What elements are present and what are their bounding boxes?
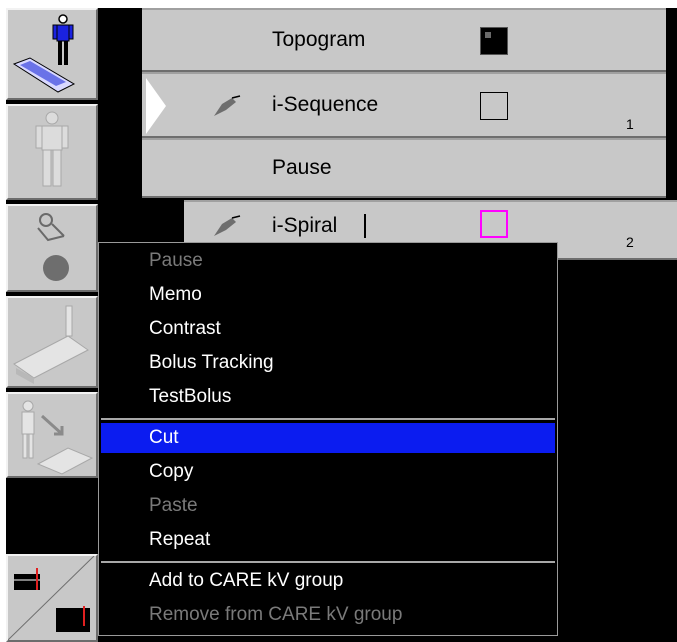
patient-model-button[interactable] [6,104,98,200]
menu-separator [101,418,555,420]
patient-keyboard-icon [12,14,76,93]
topogram-thumbnail [480,27,508,55]
menu-item-testbolus[interactable]: TestBolus [101,382,555,412]
menu-item-bolus-tracking[interactable]: Bolus Tracking [101,348,555,378]
menu-separator [101,561,555,563]
patient-transfer-icon [21,400,94,475]
patient-figure-icon [35,111,69,187]
menu-item-repeat[interactable]: Repeat [101,525,555,555]
menu-item-add-care-kv[interactable]: Add to CARE kV group [101,566,555,596]
care-kv-split-icon [8,556,95,640]
scan-row-label: Pause [272,156,332,179]
patient-table-icon [13,305,89,384]
text-cursor [364,214,366,238]
menu-item-pause[interactable]: Pause [101,246,555,276]
patient-transfer-button[interactable] [6,392,98,478]
scan-row-pause[interactable]: Pause [142,138,666,198]
scan-number: 1 [626,116,634,132]
patient-registration-button[interactable] [6,8,98,100]
tube-icon [214,215,241,236]
scan-row-topogram[interactable]: Topogram [142,8,666,72]
menu-item-contrast[interactable]: Contrast [101,314,555,344]
scan-checkbox[interactable] [480,92,508,120]
tube-icon [214,95,241,116]
scan-protocol-screen: Topogram i-Sequence 1 Pause i-Spiral 2 P… [6,8,677,642]
context-menu: Pause Memo Contrast Bolus Tracking TestB… [98,242,558,636]
contrast-bolus-icon [37,213,69,281]
care-kv-button[interactable] [6,554,98,642]
scan-number: 2 [626,234,634,250]
menu-item-cut[interactable]: Cut [101,423,555,453]
menu-item-remove-care-kv[interactable]: Remove from CARE kV group [101,600,555,630]
scan-row-label: Topogram [272,28,366,51]
scan-row-i-sequence[interactable]: i-Sequence 1 [142,72,666,138]
menu-item-paste[interactable]: Paste [101,491,555,521]
menu-item-memo[interactable]: Memo [101,280,555,310]
menu-item-copy[interactable]: Copy [101,457,555,487]
contrast-button[interactable] [6,204,98,292]
scan-checkbox[interactable] [480,210,508,238]
current-row-arrow-icon [146,78,166,134]
patient-table-button[interactable] [6,296,98,388]
scan-row-label: i-Spiral [272,214,338,237]
scan-row-label: i-Sequence [272,93,379,116]
